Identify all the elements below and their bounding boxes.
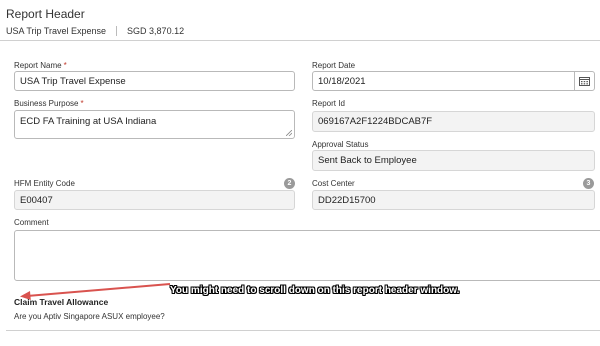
- asux-employee-question: Are you Aptiv Singapore ASUX employee?: [14, 312, 165, 321]
- annotation-text: You might need to scroll down on this re…: [170, 285, 460, 296]
- claim-travel-allowance-heading: Claim Travel Allowance: [14, 297, 109, 307]
- section-divider: [6, 330, 600, 331]
